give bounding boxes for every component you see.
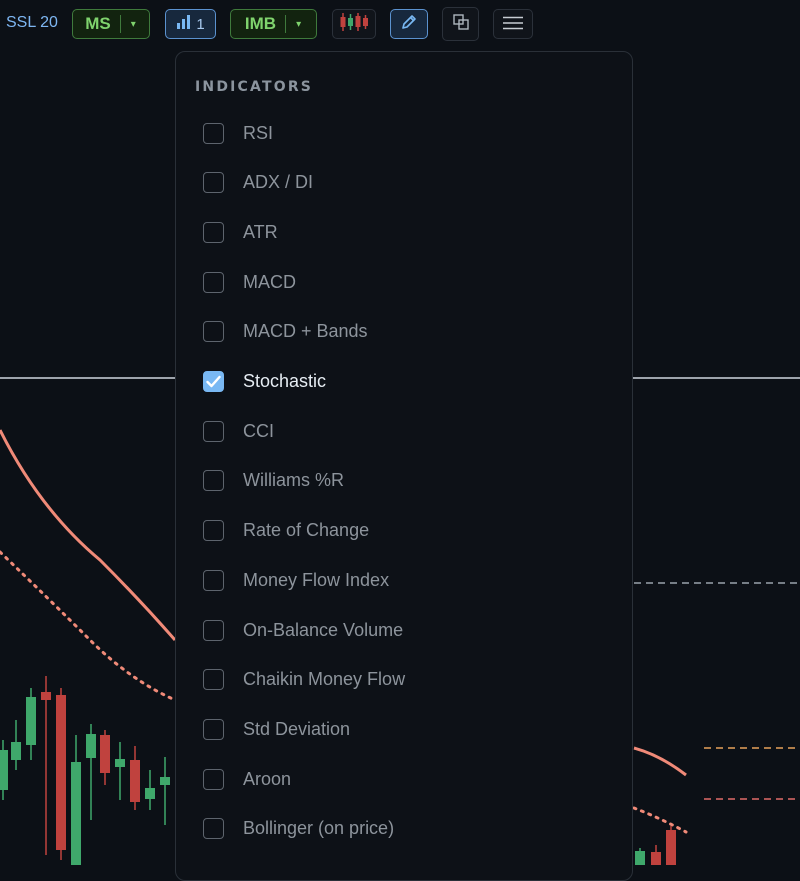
indicator-checkbox[interactable] [203,172,224,194]
indicator-option[interactable]: Money Flow Index [203,565,603,595]
indicator-label: On-Balance Volume [243,619,404,640]
candle-body [145,788,155,799]
candle-body [26,697,36,745]
indicator-label: RSI [243,122,274,143]
check-icon [206,375,221,388]
indicator-checkbox[interactable] [203,520,224,542]
indicator-option[interactable]: Rate of Change [203,516,603,546]
indicator-checkbox[interactable] [203,221,224,243]
candlestick-icon [339,12,369,36]
indicator-label: Aroon [243,768,292,789]
menu-button[interactable] [493,9,533,39]
candle-body [635,851,645,865]
candle-body [86,734,96,758]
indicator-option[interactable]: ATR [203,217,603,247]
indicator-option[interactable]: Williams %R [203,466,603,496]
indicator-checkbox[interactable] [203,718,224,740]
indicator-checkbox[interactable] [203,619,224,641]
indicator-option[interactable]: On-Balance Volume [203,615,603,645]
indicator-label: ADX / DI [243,172,314,193]
indicator-option[interactable]: Std Deviation [203,714,603,744]
indicator-checkbox[interactable] [203,420,224,442]
chevron-down-icon[interactable]: ▾ [121,19,146,30]
indicator-option[interactable]: Aroon [203,764,603,794]
indicator-label: MACD + Bands [243,321,368,342]
ms-label: MS [85,14,111,33]
indicator-checkbox[interactable] [203,818,224,840]
indicator-option[interactable]: ADX / DI [203,168,603,198]
indicator-option[interactable]: MACD + Bands [203,317,603,347]
indicator-checkbox[interactable] [203,768,224,790]
candle-body [666,830,676,865]
indicator-label: Bollinger (on price) [243,818,395,839]
candle-body [115,759,125,767]
indicator-label: Stochastic [243,371,327,391]
indicator-option[interactable]: CCI [203,416,603,446]
indicator-label: CCI [243,420,274,441]
ms-button[interactable]: MS ▾ [72,9,150,39]
dotted-band-line [0,550,177,702]
indicator-checkbox[interactable] [203,371,224,392]
indicator-checkbox[interactable] [203,271,224,293]
indicator-option[interactable]: Stochastic [203,367,603,397]
candle-body [41,692,51,700]
indicator-option[interactable]: Bollinger (on price) [203,814,603,844]
ssl-indicator-label[interactable]: SSL 20 [6,12,58,34]
candle-body [130,760,140,802]
indicator-checkbox[interactable] [203,669,224,691]
indicator-count: 1 [196,15,205,33]
pencil-icon [400,13,418,35]
indicator-label: Williams %R [243,470,344,491]
candle-body [0,750,8,790]
indicator-option[interactable]: MACD [203,267,603,297]
indicator-label: Std Deviation [243,718,351,739]
draw-tool-button[interactable] [390,9,428,39]
indicator-checkbox[interactable] [203,569,224,591]
imb-button[interactable]: IMB ▾ [230,9,317,39]
layers-icon [452,13,470,35]
toolbar: SSL 20 MS ▾ 1 IMB ▾ [0,0,800,48]
dropdown-title: INDICATORS [195,79,314,95]
chevron-down-icon[interactable]: ▾ [286,19,311,30]
candle-body [56,695,66,850]
candle-body [11,742,21,760]
candle-body [651,852,661,865]
indicator-checkbox[interactable] [203,122,224,144]
indicator-option[interactable]: RSI [203,118,603,148]
moving-average-line-right [633,746,687,777]
indicators-dropdown: INDICATORS RSI ADX / DI ATR MACD MACD + Band… [175,51,633,881]
indicator-label: ATR [243,221,278,242]
candle-body [71,762,81,865]
indicators-button[interactable]: 1 [165,9,216,39]
layers-button[interactable] [442,7,479,41]
candle-body [160,777,170,785]
dotted-band-line-right [632,806,688,834]
indicator-label: Chaikin Money Flow [243,669,406,690]
hamburger-menu-icon [503,15,523,34]
indicator-label: Money Flow Index [243,569,390,590]
indicator-label: Rate of Change [243,520,370,541]
indicator-label: MACD [243,271,296,292]
imb-label: IMB [244,14,277,33]
bar-chart-icon [176,14,192,34]
indicator-checkbox[interactable] [203,321,224,343]
moving-average-line [0,429,177,641]
indicator-checkbox[interactable] [203,470,224,492]
chart-type-button[interactable] [332,9,376,39]
candle-body [100,735,110,773]
indicator-option[interactable]: Chaikin Money Flow [203,665,603,695]
